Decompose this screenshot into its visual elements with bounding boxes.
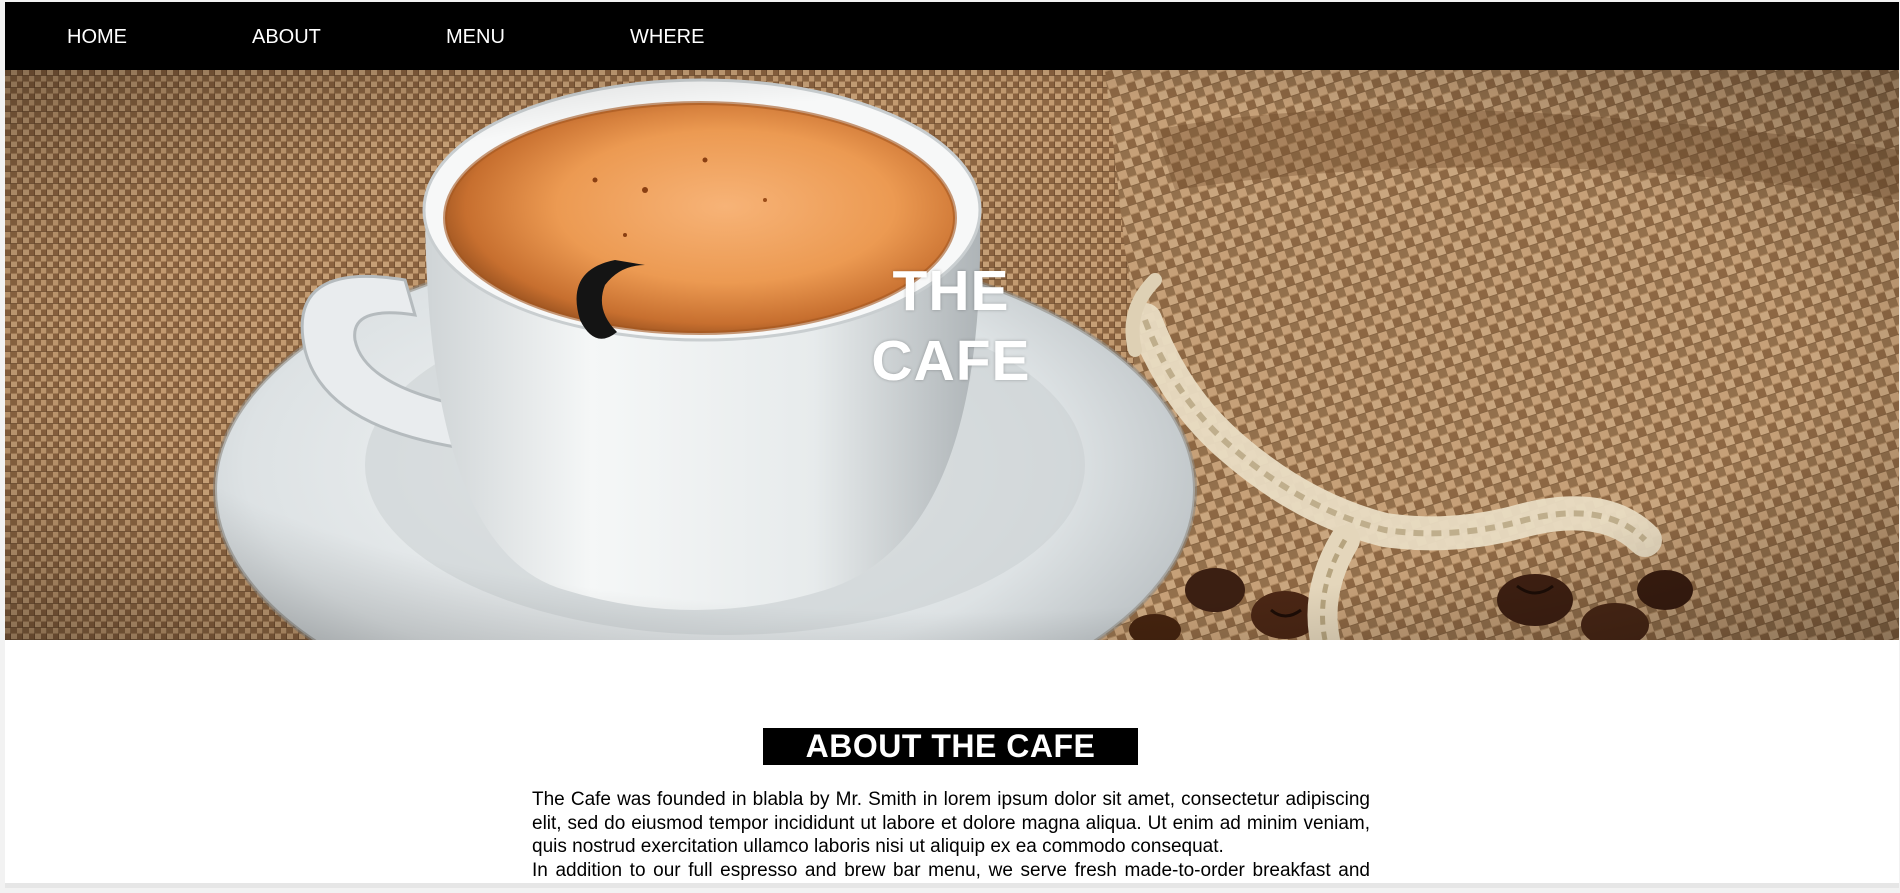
about-paragraph-1: The Cafe was founded in blabla by Mr. Sm… xyxy=(532,789,1370,857)
hero-section: THE CAFE xyxy=(5,70,1899,640)
hero-title-line-1: THE xyxy=(892,259,1010,323)
nav-link-home[interactable]: HOME xyxy=(67,25,127,49)
nav-link-about[interactable]: ABOUT xyxy=(252,25,321,49)
nav-link-menu[interactable]: MENU xyxy=(446,25,505,49)
page: HOME ABOUT MENU WHERE THE CAFE ABOUT THE… xyxy=(5,2,1899,888)
nav-link-where[interactable]: WHERE xyxy=(630,25,704,49)
hero-title-line-2: CAFE xyxy=(871,329,1031,393)
top-navigation-bar: HOME ABOUT MENU WHERE xyxy=(5,2,1899,70)
hero-title: THE CAFE xyxy=(5,256,1897,396)
page-bottom-edge xyxy=(5,883,1899,888)
about-heading: ABOUT THE CAFE xyxy=(763,728,1138,765)
about-text: The Cafe was founded in blabla by Mr. Sm… xyxy=(532,788,1370,888)
